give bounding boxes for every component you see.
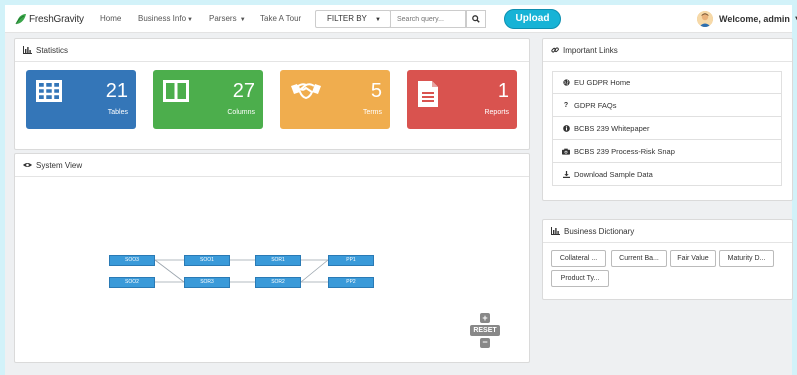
search-input[interactable] [390, 10, 466, 28]
important-links-header: Important Links [543, 39, 792, 62]
dictionary-term-button[interactable]: Fair Value [670, 250, 716, 267]
link-eu-gdpr-home[interactable]: EU GDPR Home [552, 71, 782, 94]
download-icon [561, 170, 571, 178]
table-icon [36, 80, 62, 104]
lineage-node[interactable]: PP1 [328, 255, 374, 266]
link-label: Download Sample Data [574, 169, 653, 179]
eye-icon [23, 162, 32, 168]
reports-label: Reports [484, 109, 509, 116]
statistics-header: Statistics [15, 39, 529, 62]
business-dictionary-title: Business Dictionary [564, 226, 635, 236]
reports-count: 1 [497, 80, 509, 102]
important-links-list: EU GDPR Home ? GDPR FAQs BCBS 239 Whitep… [552, 71, 782, 186]
stat-tile-terms[interactable]: 5 Terms [280, 70, 390, 129]
user-menu[interactable]: Welcome, admin ▼ [697, 11, 797, 27]
nav-take-a-tour[interactable]: Take A Tour [260, 14, 301, 23]
columns-count: 27 [232, 80, 255, 102]
question-icon: ? [563, 101, 569, 109]
dictionary-term-button[interactable]: Maturity D... [719, 250, 774, 267]
link-label: BCBS 239 Process-Risk Snap [574, 146, 675, 156]
caret-down-icon: ▼ [374, 17, 381, 23]
link-label: EU GDPR Home [574, 78, 631, 87]
nav-home[interactable]: Home [100, 14, 121, 23]
globe-icon [561, 79, 571, 86]
camera-icon [561, 148, 571, 155]
zoom-out-icon[interactable]: − [480, 338, 490, 348]
lineage-node[interactable]: SOO2 [109, 277, 155, 288]
stat-tile-columns[interactable]: 27 Columns [153, 70, 263, 129]
system-view-title: System View [36, 160, 83, 170]
nav-business-info[interactable]: Business Info▼ [138, 14, 193, 23]
tables-count: 21 [105, 80, 128, 102]
system-view-header: System View [15, 154, 529, 177]
dictionary-term-button[interactable]: Product Ty... [551, 270, 609, 287]
link-label: GDPR FAQs [574, 100, 617, 110]
caret-down-icon: ▼ [239, 17, 246, 23]
app-frame: FreshGravity Home Business Info▼ Parsers… [5, 5, 797, 375]
reset-zoom-button[interactable]: RESET [470, 325, 500, 336]
info-circle-icon [561, 124, 571, 132]
link-gdpr-faqs[interactable]: ? GDPR FAQs [552, 94, 782, 117]
link-bcbs-process-risk-snap[interactable]: BCBS 239 Process-Risk Snap [552, 140, 782, 163]
dictionary-term-button[interactable]: Collateral ... [551, 250, 606, 267]
business-dictionary-header: Business Dictionary [543, 220, 792, 243]
nav-parsers-label: Parsers [209, 14, 237, 23]
link-download-sample-data[interactable]: Download Sample Data [552, 163, 782, 186]
lineage-node[interactable]: SOO1 [184, 255, 230, 266]
terms-label: Terms [362, 109, 382, 116]
handshake-icon [290, 80, 322, 104]
statistics-title: Statistics [36, 45, 69, 55]
important-links-title: Important Links [563, 45, 618, 55]
lineage-node[interactable]: SOR2 [255, 277, 301, 288]
search-icon [472, 15, 480, 23]
zoom-in-icon[interactable]: + [480, 313, 490, 323]
stat-tile-tables[interactable]: 21 Tables [26, 70, 136, 129]
nav-business-info-label: Business Info [138, 14, 187, 23]
bar-chart-icon [551, 227, 560, 235]
link-bcbs-whitepaper[interactable]: BCBS 239 Whitepaper [552, 117, 782, 140]
columns-label: Columns [227, 109, 255, 116]
link-icon [551, 46, 559, 54]
stat-tile-reports[interactable]: 1 Reports [407, 70, 517, 129]
brand-logo[interactable]: FreshGravity [15, 13, 84, 25]
avatar [697, 11, 713, 27]
welcome-text: Welcome, admin [719, 14, 790, 24]
nav-parsers[interactable]: Parsers ▼ [209, 14, 246, 23]
top-navbar: FreshGravity Home Business Info▼ Parsers… [5, 5, 797, 33]
tables-label: Tables [107, 109, 128, 116]
dictionary-term-button[interactable]: Current Ba... [611, 250, 667, 267]
upload-button[interactable]: Upload [504, 9, 561, 29]
lineage-node[interactable]: PP2 [328, 277, 374, 288]
filter-by-label: FILTER BY [327, 14, 367, 23]
caret-down-icon: ▼ [187, 17, 193, 23]
brand-name: FreshGravity [29, 13, 84, 25]
bar-chart-icon [23, 46, 32, 54]
lineage-node[interactable]: SOR1 [255, 255, 301, 266]
lineage-node[interactable]: SOO3 [109, 255, 155, 266]
document-icon [417, 80, 439, 110]
leaf-logo-icon [15, 13, 27, 25]
lineage-node[interactable]: SOR3 [184, 277, 230, 288]
columns-icon [163, 80, 189, 104]
search-button[interactable] [466, 10, 486, 28]
terms-count: 5 [370, 80, 382, 102]
filter-by-dropdown[interactable]: FILTER BY ▼ [315, 10, 391, 28]
link-label: BCBS 239 Whitepaper [574, 123, 650, 133]
